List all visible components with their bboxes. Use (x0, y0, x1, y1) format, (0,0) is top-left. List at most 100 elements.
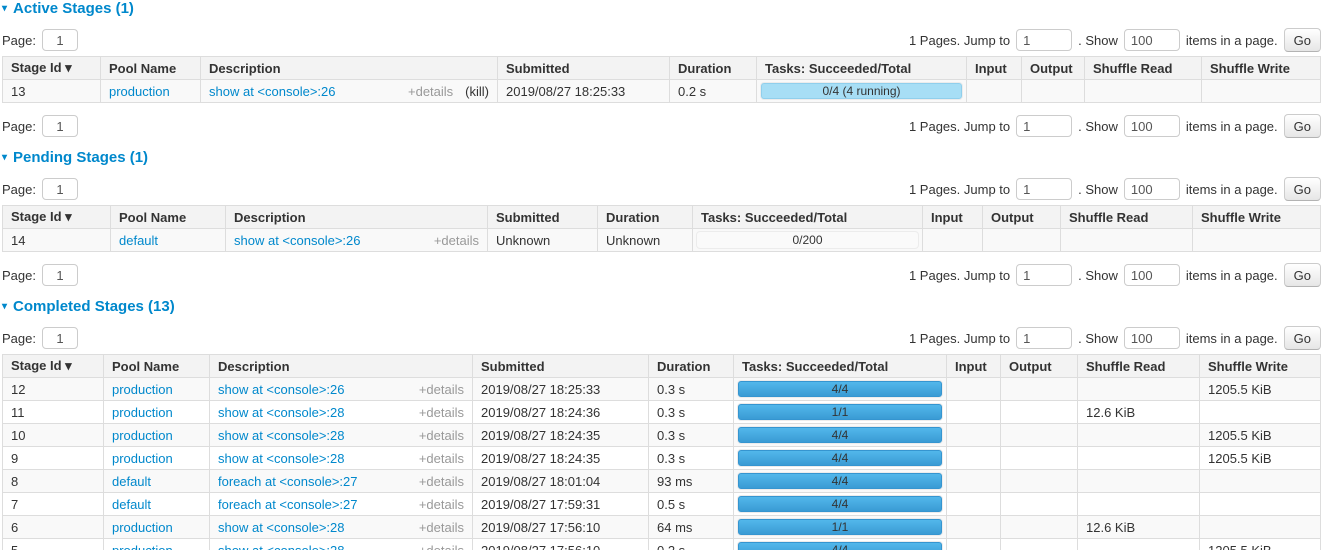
details-toggle[interactable]: +details (419, 428, 464, 443)
column-header-duration[interactable]: Duration (649, 355, 734, 378)
section-heading[interactable]: ▾ Completed Stages (13) (2, 299, 1321, 315)
pool-name-link[interactable]: production (112, 520, 173, 535)
page-size-input[interactable] (1124, 327, 1180, 349)
details-toggle[interactable]: +details (434, 233, 479, 248)
page-number-input[interactable] (42, 29, 78, 51)
page-size-input[interactable] (1124, 115, 1180, 137)
description-link[interactable]: show at <console>:26 (234, 233, 360, 248)
shuffle-write-cell: 1205.5 KiB (1200, 539, 1321, 550)
pool-name-cell: production (101, 80, 201, 103)
section-heading[interactable]: ▾ Pending Stages (1) (2, 150, 1321, 166)
page-size-input[interactable] (1124, 264, 1180, 286)
details-toggle[interactable]: +details (408, 84, 453, 99)
column-header-duration[interactable]: Duration (598, 206, 693, 229)
description-link[interactable]: show at <console>:26 (209, 84, 335, 99)
submitted-cell: 2019/08/27 18:01:04 (473, 470, 649, 493)
jump-to-page-input[interactable] (1016, 264, 1072, 286)
column-header-stage-id[interactable]: Stage Id ▾ (3, 206, 111, 229)
column-header-output[interactable]: Output (1001, 355, 1078, 378)
pool-name-link[interactable]: production (109, 84, 170, 99)
go-button[interactable]: Go (1284, 263, 1321, 287)
column-header-stage-id[interactable]: Stage Id ▾ (3, 355, 104, 378)
details-toggle[interactable]: +details (419, 382, 464, 397)
column-header-description[interactable]: Description (210, 355, 473, 378)
input-cell (947, 378, 1001, 401)
pool-name-link[interactable]: production (112, 451, 173, 466)
pool-name-link[interactable]: production (112, 382, 173, 397)
go-button[interactable]: Go (1284, 326, 1321, 350)
pool-name-link[interactable]: default (112, 497, 151, 512)
description-actions: +details (419, 428, 464, 443)
column-header-shuffle-write[interactable]: Shuffle Write (1200, 355, 1321, 378)
submitted-cell: 2019/08/27 18:24:35 (473, 424, 649, 447)
column-header-description[interactable]: Description (201, 57, 498, 80)
description-cell: show at <console>:28 +details (210, 424, 473, 447)
column-header-submitted[interactable]: Submitted (473, 355, 649, 378)
shuffle-write-cell (1200, 470, 1321, 493)
show-label: . Show (1078, 33, 1118, 48)
column-header-tasks[interactable]: Tasks: Succeeded/Total (734, 355, 947, 378)
jump-to-page-input[interactable] (1016, 327, 1072, 349)
description-link[interactable]: foreach at <console>:27 (218, 497, 358, 512)
description-link[interactable]: show at <console>:28 (218, 451, 344, 466)
column-header-shuffle-write[interactable]: Shuffle Write (1193, 206, 1321, 229)
jump-to-page-input[interactable] (1016, 178, 1072, 200)
jump-to-page-input[interactable] (1016, 115, 1072, 137)
description-actions: +details (419, 451, 464, 466)
page-number-input[interactable] (42, 264, 78, 286)
pool-name-link[interactable]: default (119, 233, 158, 248)
description-link[interactable]: show at <console>:28 (218, 405, 344, 420)
page-number-input[interactable] (42, 115, 78, 137)
description-cell: foreach at <console>:27 +details (210, 493, 473, 516)
page-number-input[interactable] (42, 327, 78, 349)
page-size-input[interactable] (1124, 178, 1180, 200)
column-header-shuffle-read[interactable]: Shuffle Read (1061, 206, 1193, 229)
pool-name-link[interactable]: production (112, 428, 173, 443)
pool-name-link[interactable]: production (112, 543, 173, 550)
column-header-pool-name[interactable]: Pool Name (104, 355, 210, 378)
column-header-input[interactable]: Input (947, 355, 1001, 378)
description-link[interactable]: show at <console>:26 (218, 382, 344, 397)
jump-to-page-input[interactable] (1016, 29, 1072, 51)
column-header-description[interactable]: Description (226, 206, 488, 229)
details-toggle[interactable]: +details (419, 474, 464, 489)
column-header-shuffle-read[interactable]: Shuffle Read (1078, 355, 1200, 378)
pool-name-link[interactable]: production (112, 405, 173, 420)
column-header-shuffle-write[interactable]: Shuffle Write (1202, 57, 1321, 80)
submitted-cell: 2019/08/27 18:25:33 (498, 80, 670, 103)
column-header-input[interactable]: Input (967, 57, 1022, 80)
column-header-tasks[interactable]: Tasks: Succeeded/Total (757, 57, 967, 80)
column-header-output[interactable]: Output (983, 206, 1061, 229)
column-header-submitted[interactable]: Submitted (488, 206, 598, 229)
column-header-pool-name[interactable]: Pool Name (111, 206, 226, 229)
column-header-duration[interactable]: Duration (670, 57, 757, 80)
page-size-input[interactable] (1124, 29, 1180, 51)
stage-row: 12 production show at <console>:26 +deta… (3, 378, 1321, 401)
pool-name-link[interactable]: default (112, 474, 151, 489)
column-header-pool-name[interactable]: Pool Name (101, 57, 201, 80)
column-header-stage-id[interactable]: Stage Id ▾ (3, 57, 101, 80)
go-button[interactable]: Go (1284, 28, 1321, 52)
description-link[interactable]: show at <console>:28 (218, 520, 344, 535)
column-header-submitted[interactable]: Submitted (498, 57, 670, 80)
details-toggle[interactable]: +details (419, 497, 464, 512)
description-link[interactable]: show at <console>:28 (218, 543, 344, 550)
description-link[interactable]: foreach at <console>:27 (218, 474, 358, 489)
tasks-cell: 4/4 (734, 470, 947, 493)
details-toggle[interactable]: +details (419, 405, 464, 420)
kill-link[interactable]: (kill) (465, 84, 489, 99)
details-toggle[interactable]: +details (419, 451, 464, 466)
go-button[interactable]: Go (1284, 114, 1321, 138)
column-header-shuffle-read[interactable]: Shuffle Read (1085, 57, 1202, 80)
section-heading[interactable]: ▾ Active Stages (1) (2, 1, 1321, 17)
description-link[interactable]: show at <console>:28 (218, 428, 344, 443)
details-toggle[interactable]: +details (419, 543, 464, 550)
column-header-output[interactable]: Output (1022, 57, 1085, 80)
column-header-input[interactable]: Input (923, 206, 983, 229)
go-button[interactable]: Go (1284, 177, 1321, 201)
column-header-tasks[interactable]: Tasks: Succeeded/Total (693, 206, 923, 229)
items-per-page-label: items in a page. (1186, 331, 1278, 346)
details-toggle[interactable]: +details (419, 520, 464, 535)
pagination-controls: 1 Pages. Jump to . Show items in a page.… (909, 326, 1321, 350)
page-number-input[interactable] (42, 178, 78, 200)
